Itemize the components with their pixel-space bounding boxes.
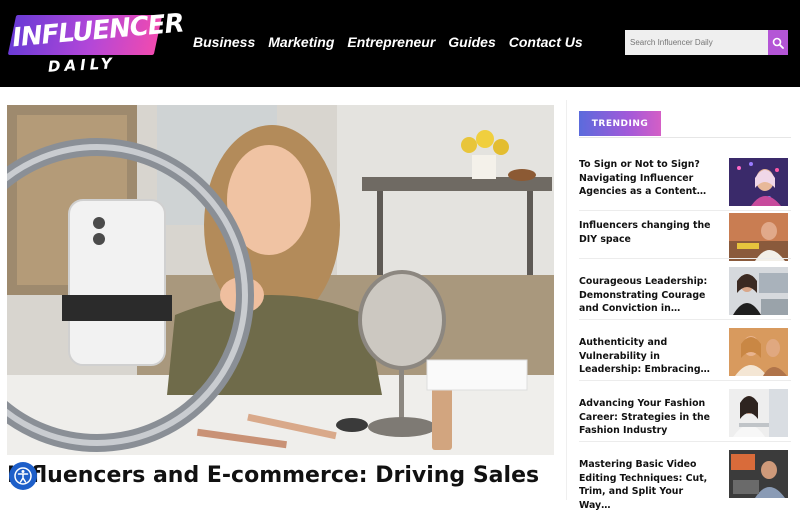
accessibility-button[interactable]: [9, 462, 37, 490]
search-button[interactable]: [768, 30, 788, 55]
nav-item-guides[interactable]: Guides: [448, 34, 495, 54]
trending-thumbnail[interactable]: [729, 328, 788, 376]
trending-item[interactable]: Authenticity and Vulnerability in Leader…: [579, 328, 791, 392]
trending-item-title[interactable]: Authenticity and Vulnerability in Leader…: [579, 336, 717, 392]
trending-item[interactable]: Courageous Leadership: Demonstrating Cou…: [579, 267, 791, 331]
sidebar-divider: [566, 100, 567, 500]
nav-item-marketing[interactable]: Marketing: [268, 34, 334, 54]
nav-item-entrepreneur[interactable]: Entrepreneur: [347, 34, 435, 54]
trending-thumbnail[interactable]: [729, 213, 788, 261]
trending-separator: [579, 210, 791, 211]
trending-item-title[interactable]: Courageous Leadership: Demonstrating Cou…: [579, 275, 717, 331]
trending-rule: [579, 137, 791, 138]
logo-subtitle: DAILY: [47, 54, 117, 76]
trending-thumbnail[interactable]: [729, 267, 788, 315]
hero-image[interactable]: [7, 105, 554, 455]
trending-separator: [579, 258, 791, 259]
trending-item-title[interactable]: Mastering Basic Video Editing Techniques…: [579, 458, 717, 514]
trending-thumbnail[interactable]: [729, 450, 788, 498]
site-header: INFLUENCER DAILY Business Marketing Entr…: [0, 0, 800, 87]
trending-separator: [579, 441, 791, 442]
trending-separator: [579, 319, 791, 320]
trending-item[interactable]: Advancing Your Fashion Career: Strategie…: [579, 389, 791, 453]
article-headline[interactable]: Influencers and E-commerce: Driving Sale…: [7, 463, 567, 500]
trending-badge: TRENDING: [579, 111, 661, 136]
trending-item-title[interactable]: To Sign or Not to Sign? Navigating Influ…: [579, 158, 717, 214]
search-input[interactable]: [625, 30, 768, 55]
site-logo[interactable]: INFLUENCER DAILY: [7, 8, 185, 76]
nav-item-contact-us[interactable]: Contact Us: [509, 34, 583, 54]
trending-item[interactable]: To Sign or Not to Sign? Navigating Influ…: [579, 158, 791, 214]
trending-item[interactable]: Mastering Basic Video Editing Techniques…: [579, 450, 791, 514]
trending-thumbnail[interactable]: [729, 158, 788, 206]
hero-photo: [7, 105, 554, 455]
accessibility-icon: [14, 467, 32, 485]
trending-item-title[interactable]: Influencers changing the DIY space: [579, 219, 717, 275]
nav-item-business[interactable]: Business: [193, 34, 255, 54]
trending-thumbnail[interactable]: [729, 389, 788, 437]
search-icon: [772, 37, 784, 49]
main-nav: Business Marketing Entrepreneur Guides C…: [193, 34, 596, 54]
trending-separator: [579, 380, 791, 381]
trending-item-title[interactable]: Advancing Your Fashion Career: Strategie…: [579, 397, 717, 453]
